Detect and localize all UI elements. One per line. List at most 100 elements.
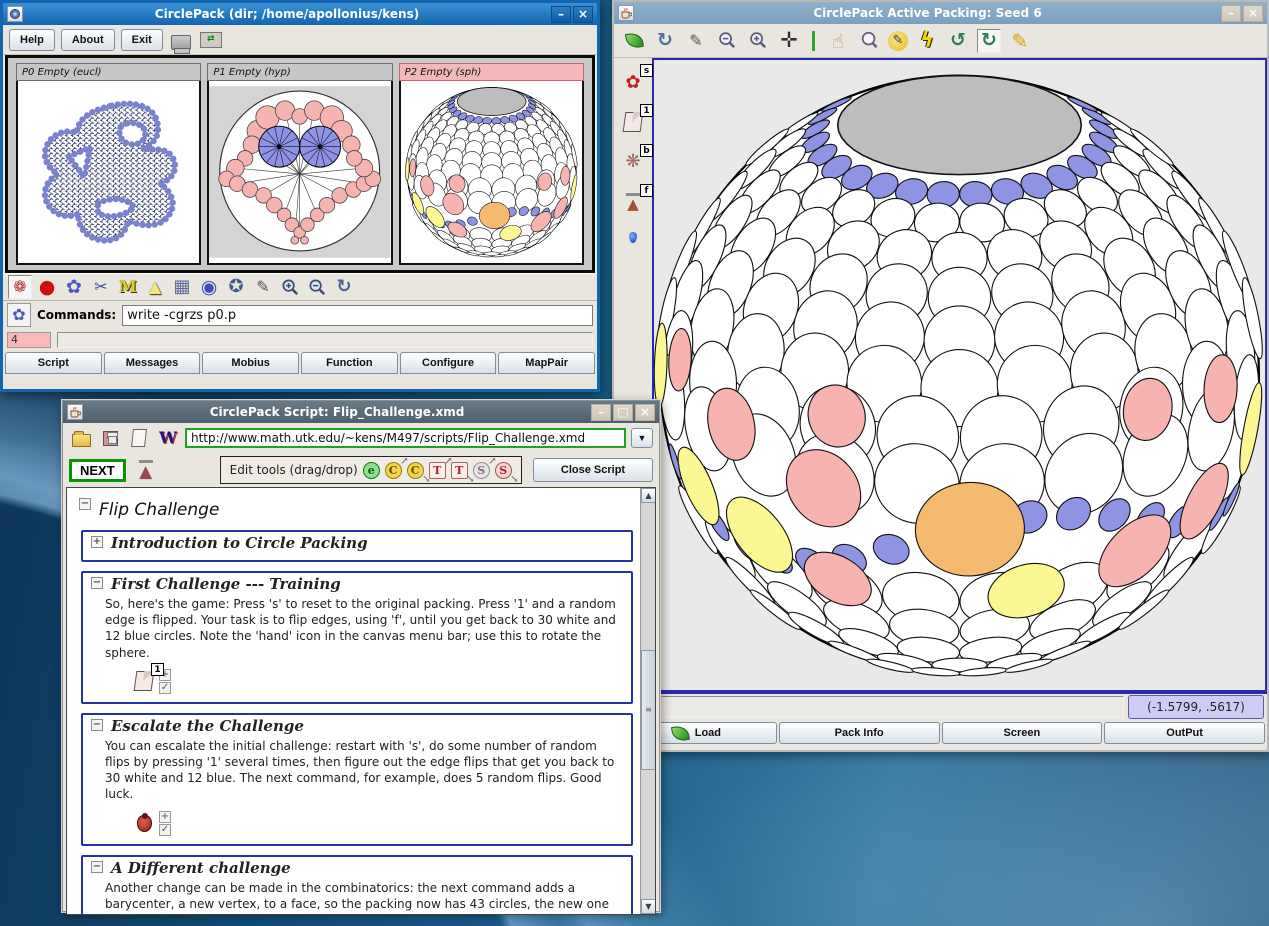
script-toolbar: W ▼ bbox=[63, 423, 659, 453]
collapse-box[interactable]: − bbox=[91, 719, 103, 731]
screendump-icon[interactable]: ⇄ bbox=[199, 28, 223, 52]
close-button[interactable]: × bbox=[573, 6, 593, 23]
pan-icon[interactable]: ✛ bbox=[777, 29, 801, 53]
tab-messages[interactable]: Messages bbox=[104, 352, 201, 374]
rotate-back-icon[interactable]: ↺ bbox=[946, 29, 970, 53]
open-folder-icon[interactable] bbox=[69, 426, 93, 450]
page-icon[interactable]: 1 bbox=[620, 110, 646, 134]
cherry-icon[interactable]: ● bbox=[35, 275, 59, 299]
section-first-challenge: − First Challenge --- Training So, here'… bbox=[81, 571, 633, 704]
seed-flower-icon[interactable]: ✿ s bbox=[620, 70, 646, 94]
packing-ball-icon[interactable]: ◉ bbox=[197, 275, 221, 299]
bug-command-icon[interactable] bbox=[131, 811, 157, 835]
minimize-button[interactable]: – bbox=[591, 404, 611, 421]
about-button[interactable]: About bbox=[61, 29, 115, 51]
panel-p0-canvas[interactable] bbox=[16, 81, 201, 265]
redraw-icon[interactable]: ↻ bbox=[653, 29, 677, 53]
printer-icon[interactable] bbox=[169, 28, 193, 52]
save-icon[interactable] bbox=[98, 426, 122, 450]
palette-pen-icon[interactable]: ✎ bbox=[251, 275, 275, 299]
collapse-box[interactable]: − bbox=[79, 498, 91, 510]
commands-label: Commands: bbox=[37, 308, 116, 322]
panel-p0[interactable]: P0 Empty (eucl) bbox=[16, 63, 201, 265]
packing-canvas[interactable] bbox=[652, 58, 1267, 692]
flower-pack-icon[interactable]: ✿ bbox=[62, 275, 86, 299]
web-icon[interactable]: W bbox=[156, 426, 180, 450]
edit-tool-e-icon[interactable]: e bbox=[363, 462, 380, 479]
panel-p2[interactable]: P2 Empty (sph) bbox=[399, 63, 584, 265]
cursor-coordinates: (-1.5799, .5617) bbox=[1128, 695, 1264, 719]
add-box[interactable]: + bbox=[159, 811, 171, 823]
edit-tool-c-up-icon[interactable]: C↗ bbox=[385, 462, 402, 479]
to-top-icon[interactable]: ▲ bbox=[134, 458, 158, 482]
script-scrollbar[interactable]: ▲ ≡ ▼ bbox=[640, 488, 655, 914]
rotate-icon[interactable]: ↻ bbox=[977, 29, 1001, 53]
minimize-button[interactable]: – bbox=[1221, 5, 1241, 22]
edit-tool-t-up-icon[interactable]: T↗ bbox=[429, 462, 446, 479]
panel-p1-canvas[interactable] bbox=[207, 81, 392, 265]
zoom-in-icon[interactable] bbox=[746, 29, 770, 53]
circle-marker-icon[interactable]: ❁ bbox=[8, 275, 32, 299]
edit-tool-c-down-icon[interactable]: C↘ bbox=[407, 462, 424, 479]
check-box[interactable]: ✓ bbox=[159, 682, 171, 694]
dot-grid-icon[interactable]: ▦ bbox=[170, 275, 194, 299]
drag-hand-icon[interactable]: ☝ bbox=[826, 29, 850, 53]
tab-configure[interactable]: Configure bbox=[400, 352, 497, 374]
next-button[interactable]: NEXT bbox=[69, 459, 126, 482]
tab-script[interactable]: Script bbox=[5, 352, 102, 374]
tab-mobius[interactable]: Mobius bbox=[202, 352, 299, 374]
script-titlebar[interactable]: CirclePack Script: Flip_Challenge.xmd – … bbox=[63, 401, 659, 423]
expand-box[interactable]: + bbox=[91, 536, 103, 548]
collapse-box[interactable]: − bbox=[91, 577, 103, 589]
pack-info-button[interactable]: Pack Info bbox=[779, 722, 940, 744]
tools-icon[interactable]: ✂ bbox=[89, 275, 113, 299]
command-input[interactable] bbox=[122, 305, 593, 326]
protractor-icon[interactable]: ✎ bbox=[888, 31, 908, 51]
minimize-button[interactable]: – bbox=[551, 6, 571, 23]
edit-tool-s-up-icon[interactable]: S↗ bbox=[473, 462, 490, 479]
page-command-icon[interactable]: 1 bbox=[131, 669, 157, 693]
tab-mappair[interactable]: MapPair bbox=[498, 352, 595, 374]
zoom-in-icon[interactable] bbox=[278, 275, 302, 299]
exit-button[interactable]: Exit bbox=[121, 29, 163, 51]
lightning-icon[interactable]: ϟ bbox=[915, 29, 939, 53]
maximize-button[interactable]: □ bbox=[613, 404, 633, 421]
check-box[interactable]: ✓ bbox=[159, 824, 171, 836]
panel-p1[interactable]: P1 Empty (hyp) bbox=[207, 63, 392, 265]
canvas-panels: P0 Empty (eucl) P1 Empty (hyp) P2 Empty … bbox=[5, 55, 595, 273]
zoom-out-icon[interactable] bbox=[305, 275, 329, 299]
scroll-thumb[interactable]: ≡ bbox=[641, 650, 656, 770]
edit-tool-t-down-icon[interactable]: T↘ bbox=[451, 462, 468, 479]
help-button[interactable]: Help bbox=[9, 29, 55, 51]
section-title: A Different challenge bbox=[111, 859, 291, 877]
collapse-box[interactable]: − bbox=[91, 861, 103, 873]
color-disc-icon[interactable]: ✪ bbox=[224, 275, 248, 299]
magnify-icon[interactable] bbox=[857, 29, 881, 53]
url-input[interactable] bbox=[185, 428, 626, 448]
m-label-icon[interactable]: M bbox=[116, 275, 140, 299]
palette-icon[interactable]: ✎ bbox=[684, 29, 708, 53]
shortcut-tag: f bbox=[640, 184, 653, 197]
close-script-button[interactable]: Close Script bbox=[533, 458, 653, 482]
refresh-icon[interactable]: ↻ bbox=[332, 275, 356, 299]
main-titlebar[interactable]: CirclePack (dir; /home/apollonius/kens) … bbox=[3, 3, 597, 25]
edit-tool-s-down-icon[interactable]: S↘ bbox=[495, 462, 512, 479]
panel-p2-canvas[interactable] bbox=[399, 81, 584, 265]
zoom-out-icon[interactable] bbox=[715, 29, 739, 53]
scroll-up-arrow[interactable]: ▲ bbox=[641, 488, 656, 503]
open-icon[interactable] bbox=[622, 29, 646, 53]
screen-button[interactable]: Screen bbox=[942, 722, 1103, 744]
new-page-icon[interactable] bbox=[127, 426, 151, 450]
triangle-icon[interactable]: ▲ bbox=[143, 275, 167, 299]
output-button[interactable]: OutPut bbox=[1104, 722, 1265, 744]
close-button[interactable]: × bbox=[1243, 5, 1263, 22]
close-button[interactable]: × bbox=[635, 404, 655, 421]
packing-titlebar[interactable]: CirclePack Active Packing: Seed 6 – × bbox=[614, 2, 1267, 24]
flip-arrow-icon[interactable]: ▲ f bbox=[620, 190, 646, 214]
section-escalate: − Escalate the Challenge You can escalat… bbox=[81, 713, 633, 846]
scroll-down-arrow[interactable]: ▼ bbox=[641, 899, 656, 914]
tab-function[interactable]: Function bbox=[301, 352, 398, 374]
pencil-icon[interactable]: ✎ bbox=[1008, 29, 1032, 53]
gear-icon[interactable]: ❋ b bbox=[620, 150, 646, 174]
url-dropdown-button[interactable]: ▼ bbox=[631, 428, 653, 448]
